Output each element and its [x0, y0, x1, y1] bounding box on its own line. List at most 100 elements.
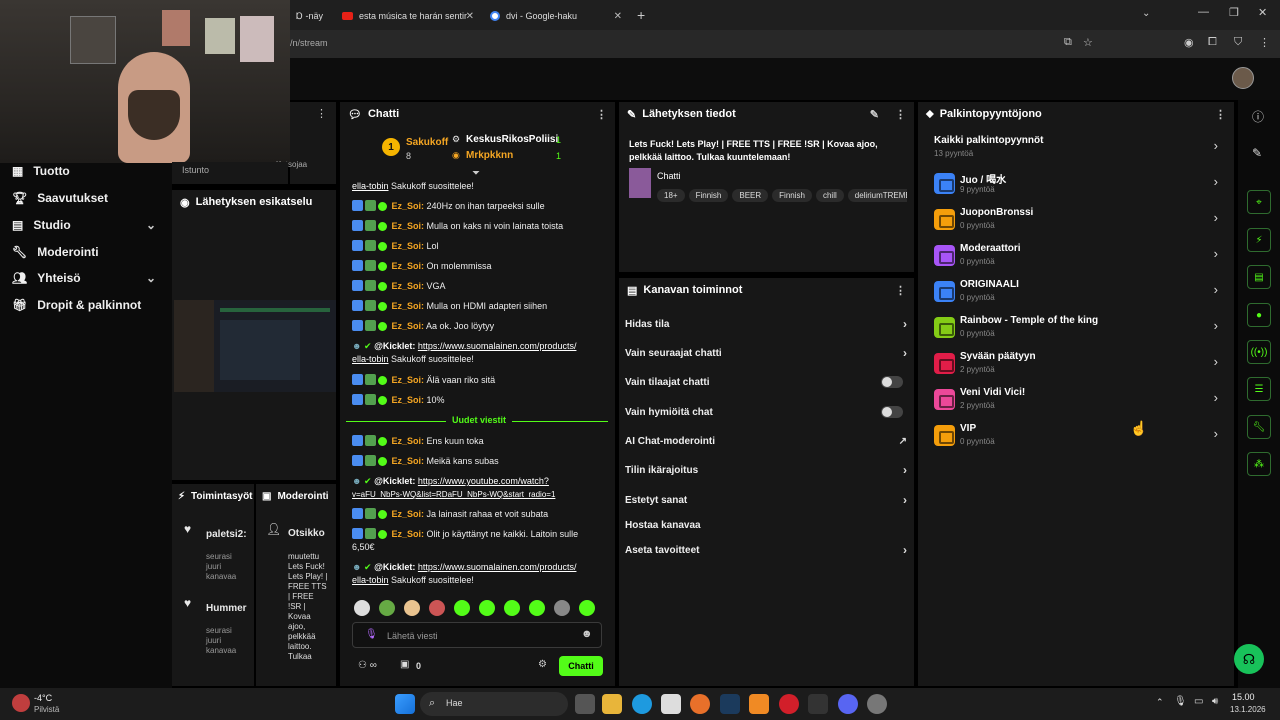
opera-icon[interactable]	[779, 694, 799, 714]
emote-icon[interactable]	[354, 600, 370, 616]
stream-preview-image[interactable]	[174, 300, 336, 392]
chat-link[interactable]: v=aFU_NbPs-WQ&list=RDaFU_NbPs-WQ&start_r…	[352, 490, 555, 499]
emote-icon[interactable]	[529, 600, 545, 616]
send-chat-button[interactable]: Chatti	[559, 656, 603, 676]
chat-input-box[interactable]: 🎙︎ Lähetä viesti ☻	[352, 622, 602, 648]
chat-username[interactable]: Ez_Soi:	[392, 321, 425, 331]
more-options-icon[interactable]: ⋮	[1215, 108, 1226, 121]
volume-icon[interactable]: 🔊︎	[1212, 696, 1218, 707]
reward-item[interactable]: Veni Vidi Vici! 2 pyyntöä ›	[932, 384, 1224, 414]
more-options-icon[interactable]: ⋮	[596, 108, 607, 121]
network-icon[interactable]: ▭	[1194, 696, 1203, 707]
category-name[interactable]: Chatti	[657, 171, 681, 181]
action-followers-only[interactable]: Vain seuraajat chatti ›	[625, 343, 907, 363]
chat-settings-icon[interactable]: ⚙	[538, 659, 547, 670]
reward-item[interactable]: ORIGINAALI 0 pyyntöä ›	[932, 276, 1224, 306]
emote-icon[interactable]	[479, 600, 495, 616]
support-button[interactable]: ☊	[1234, 644, 1264, 674]
action-age-restriction[interactable]: Tilin ikärajoitus ›	[625, 460, 907, 480]
emote-icon[interactable]	[579, 600, 595, 616]
menu-dots-icon[interactable]: ⋮	[1259, 36, 1270, 49]
chat-link[interactable]: https://www.youtube.com/watch?	[418, 476, 549, 486]
more-options-icon[interactable]: ⋮	[895, 108, 906, 121]
more-options-icon[interactable]: ⋮	[316, 107, 327, 120]
chat-username[interactable]: @Kicklet:	[374, 476, 415, 486]
windows-start-icon[interactable]	[395, 694, 415, 714]
shield-icon[interactable]: ⛉	[1234, 36, 1242, 49]
install-app-icon[interactable]: ⧉	[1064, 36, 1072, 49]
action-ai-moderation[interactable]: AI Chat-moderointi ↗	[625, 431, 907, 451]
broadcast-icon[interactable]: ((•))	[1247, 340, 1271, 364]
reward-item[interactable]: Rainbow - Temple of the king 0 pyyntöä ›	[932, 312, 1224, 342]
tray-expand-icon[interactable]: ⌃	[1156, 697, 1164, 708]
clock-time[interactable]: 15.00	[1232, 692, 1255, 702]
action-blocked-words[interactable]: Estetyt sanat ›	[625, 490, 907, 510]
chat-username[interactable]: Ez_Soi:	[392, 241, 425, 251]
chat-username[interactable]: @Kicklet:	[374, 562, 415, 572]
reward-item[interactable]: Syvään päätyyn 2 pyyntöä ›	[932, 348, 1224, 378]
close-window-icon[interactable]: ✕	[1258, 6, 1267, 19]
terminal-icon[interactable]	[808, 694, 828, 714]
tab-list-icon[interactable]: ⌄	[1142, 8, 1150, 19]
reward-icon[interactable]: ⁂	[1247, 452, 1271, 476]
chat-username[interactable]: Ez_Soi:	[392, 456, 425, 466]
nav-item-yhteiso[interactable]: 👥︎ Yhteisö ⌄	[12, 271, 162, 285]
bolt-icon[interactable]: ⚡︎	[1247, 228, 1271, 252]
nav-item-saavutukset[interactable]: 🏆︎ Saavutukset	[12, 191, 108, 205]
new-tab-button[interactable]: +	[637, 7, 645, 23]
chat-username[interactable]: Ez_Soi:	[392, 375, 425, 385]
clock-date[interactable]: 13.1.2026	[1230, 705, 1266, 714]
reward-item[interactable]: VIP 0 pyyntöä ›	[932, 420, 1224, 450]
chat-username[interactable]: Ez_Soi:	[392, 529, 425, 539]
more-options-icon[interactable]: ⋮	[895, 284, 906, 297]
chat-link[interactable]: ella-tobin	[352, 575, 389, 585]
vlc-icon[interactable]	[749, 694, 769, 714]
edge-icon[interactable]	[632, 694, 652, 714]
emotes-only-toggle[interactable]	[881, 406, 903, 418]
reward-all-requests[interactable]: Kaikki palkintopyynnöt 13 pyyntöä ›	[932, 132, 1224, 162]
store-icon[interactable]	[661, 694, 681, 714]
emote-icon[interactable]	[554, 600, 570, 616]
chat-users-icon[interactable]: ⚇ ∞	[358, 660, 377, 671]
firefox-icon[interactable]	[690, 694, 710, 714]
wrench-icon[interactable]: 🔧︎	[1247, 415, 1271, 439]
chat-link[interactable]: ella-tobin	[352, 181, 389, 191]
file-explorer-icon[interactable]	[602, 694, 622, 714]
chat-username[interactable]: Ez_Soi:	[392, 281, 425, 291]
action-slow-mode[interactable]: Hidas tila ›	[625, 314, 907, 334]
gifter-name[interactable]: KeskusRikosPoliisi	[466, 134, 558, 145]
maximize-icon[interactable]: ❐	[1229, 6, 1239, 19]
chat-input-placeholder[interactable]: Lähetä viesti	[387, 631, 438, 641]
minimize-icon[interactable]: —	[1198, 6, 1209, 18]
subscribers-only-toggle[interactable]	[881, 376, 903, 388]
action-emotes-only[interactable]: Vain hymiöitä chat	[625, 402, 907, 422]
focus-icon[interactable]: ⌖	[1247, 190, 1271, 214]
top-gifter-name[interactable]: Sakukoff	[406, 137, 448, 148]
reward-item[interactable]: Moderaattori 0 pyyntöä ›	[932, 240, 1224, 270]
nav-item-studio[interactable]: ▤ Studio ⌄	[12, 218, 162, 232]
bookmark-star-icon[interactable]: ☆	[1083, 36, 1093, 49]
pencil-icon[interactable]: ✎	[1252, 146, 1262, 160]
microphone-icon[interactable]: 🎙︎	[365, 629, 378, 640]
clipboard-icon[interactable]: ▤	[1247, 265, 1271, 289]
chat-link[interactable]: https://www.suomalainen.com/products/	[418, 341, 577, 351]
close-tab-icon[interactable]: ✕	[614, 11, 622, 22]
browser-tab[interactable]: Ɒ -näy	[288, 4, 336, 28]
emoji-icon[interactable]: ☻	[581, 628, 593, 640]
close-tab-icon[interactable]: ✕	[466, 11, 474, 22]
profile-icon[interactable]: ◉	[1184, 36, 1194, 49]
chat-link[interactable]: ella-tobin	[352, 354, 389, 364]
tab-moderation[interactable]: ▣ Moderointi	[256, 484, 336, 508]
nav-item-dropit[interactable]: 🎁︎ Dropit & palkinnot	[12, 298, 141, 312]
browser-tab-google[interactable]: dvi - Google-haku ✕	[482, 4, 628, 28]
emote-icon[interactable]	[504, 600, 520, 616]
info-icon[interactable]: ⓘ	[1252, 108, 1264, 125]
nav-item-moderointi[interactable]: 🔧︎ Moderointi	[12, 245, 99, 259]
avatar[interactable]	[1232, 67, 1254, 89]
chat-icon[interactable]: ●	[1247, 303, 1271, 327]
chat-username[interactable]: Ez_Soi:	[392, 201, 425, 211]
url-field[interactable]: /n/stream	[290, 38, 328, 48]
action-set-goals[interactable]: Aseta tavoitteet ›	[625, 540, 907, 560]
discord-icon[interactable]	[838, 694, 858, 714]
chat-username[interactable]: Ez_Soi:	[392, 261, 425, 271]
